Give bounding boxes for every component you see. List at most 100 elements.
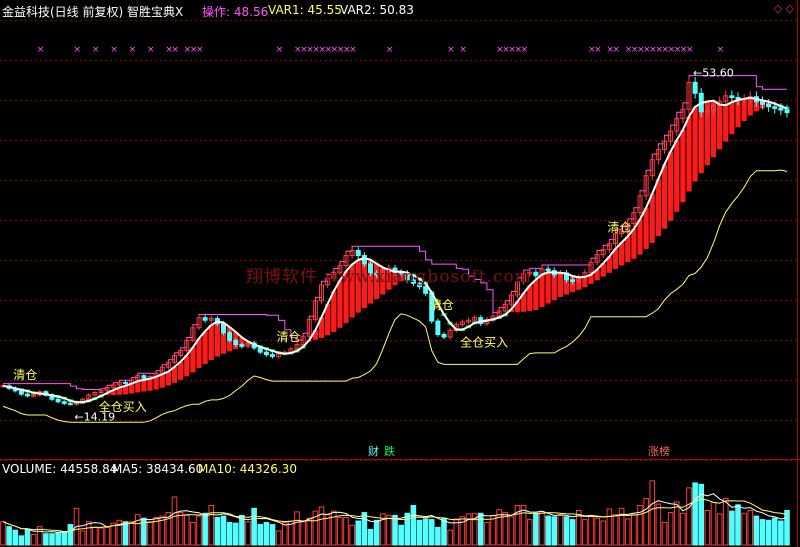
trend-block: [214, 321, 220, 357]
volume-bar: [582, 519, 588, 546]
signal-x-marker: ×: [613, 45, 621, 55]
trend-block: [337, 280, 343, 328]
signal-x-marker: ×: [386, 45, 394, 55]
trend-block: [717, 104, 723, 150]
volume-bar: [269, 524, 276, 546]
volume-bar: [134, 514, 141, 546]
volume-bar: [551, 516, 558, 546]
volume-bar: [710, 502, 717, 546]
volume-bar: [771, 517, 778, 546]
volume-bar: [778, 520, 784, 546]
trend-block: [165, 371, 171, 386]
buy-signal-label: 全仓买入: [99, 399, 147, 414]
signal-x-marker: ×: [110, 45, 118, 55]
volume-bar: [624, 518, 631, 546]
volume-bar: [600, 520, 607, 546]
trend-block: [686, 116, 692, 192]
signal-x-marker: ×: [459, 45, 467, 55]
volume-bar: [300, 521, 306, 546]
volume-bar: [79, 530, 86, 546]
volume-bar: [263, 521, 270, 546]
event-badge-rank: 涨榜: [648, 444, 670, 458]
volume-bar: [24, 528, 31, 546]
ma-line: [2, 96, 788, 404]
volume-bar: [92, 526, 98, 546]
signal-x-marker: ×: [196, 45, 204, 55]
volume-bar: [447, 529, 453, 546]
volume-bar: [245, 521, 251, 546]
candle-body: [227, 332, 233, 341]
volume-bar: [508, 516, 515, 546]
volume-bar: [569, 519, 576, 546]
volume-bar: [410, 505, 417, 546]
volume-bar: [704, 509, 711, 546]
volume-bar: [373, 519, 380, 546]
trend-block: [153, 376, 159, 390]
trend-block: [674, 140, 680, 212]
volume-bar: [533, 512, 539, 546]
signal-x-marker: ×: [129, 45, 137, 55]
signal-x-marker: ×: [276, 45, 284, 55]
volume-bar: [49, 533, 55, 546]
volume-bar: [422, 518, 429, 546]
volume-bar: [257, 524, 264, 546]
candle-body: [123, 381, 128, 384]
volume-bar: [171, 496, 178, 546]
volume-bar: [490, 514, 496, 546]
volume-bar: [294, 511, 300, 546]
volume-bar: [753, 515, 760, 546]
volume-bar: [239, 514, 245, 546]
trend-block: [159, 374, 165, 388]
volume-bar: [698, 483, 705, 546]
trend-block: [655, 178, 661, 237]
candle-body: [25, 393, 30, 397]
volume-bar: [61, 531, 68, 546]
candle-body: [202, 317, 208, 321]
signal-x-marker: ×: [172, 45, 180, 55]
signal-x-marker: ×: [447, 45, 455, 55]
volume-bar: [55, 532, 61, 546]
trend-block: [625, 236, 631, 263]
volume-bar: [392, 514, 398, 546]
trend-block: [649, 193, 655, 243]
resistance-path: [3, 75, 787, 390]
signal-x-marker: ×: [147, 45, 155, 55]
volume-bar: [594, 517, 600, 546]
volume-bar: [0, 521, 6, 546]
candle-body: [31, 394, 37, 397]
volume-bar: [361, 512, 368, 546]
volume-bar: [343, 516, 349, 546]
volume-bar: [655, 503, 662, 546]
resistance-line: [3, 75, 787, 390]
candle-body: [545, 268, 551, 272]
corner-diamond-icon[interactable]: ◇ ◇: [774, 2, 794, 15]
trend-block: [196, 338, 202, 369]
trend-block: [692, 106, 698, 182]
trend-block: [147, 378, 153, 391]
volume-bar: [85, 521, 92, 546]
volume-bar: [606, 508, 613, 546]
trend-block: [668, 151, 674, 221]
trend-block: [545, 272, 551, 304]
chart-title: 金益科技(日线 前复权) 智胜宝典X: [2, 5, 184, 19]
trend-block: [723, 105, 729, 142]
trend-block: [643, 207, 649, 249]
volume-bar: [251, 507, 257, 546]
volume-bar: [612, 514, 619, 546]
volume-bar: [67, 524, 74, 546]
volume-bar: [190, 521, 196, 546]
volume-bar: [557, 514, 564, 546]
signal-x-marker: ×: [594, 45, 602, 55]
volume-bar: [202, 512, 208, 546]
volume-bar: [526, 519, 533, 546]
candle-body: [766, 103, 772, 108]
signal-x-marker: ×: [74, 45, 82, 55]
trend-block: [680, 129, 686, 203]
trend-block: [202, 331, 208, 365]
trend-block: [208, 324, 214, 361]
volume-bars: [0, 480, 790, 546]
volume-bar: [588, 514, 594, 546]
volume-bar: [30, 533, 37, 546]
volume-bar: [667, 512, 674, 546]
volume-bar: [147, 521, 153, 546]
